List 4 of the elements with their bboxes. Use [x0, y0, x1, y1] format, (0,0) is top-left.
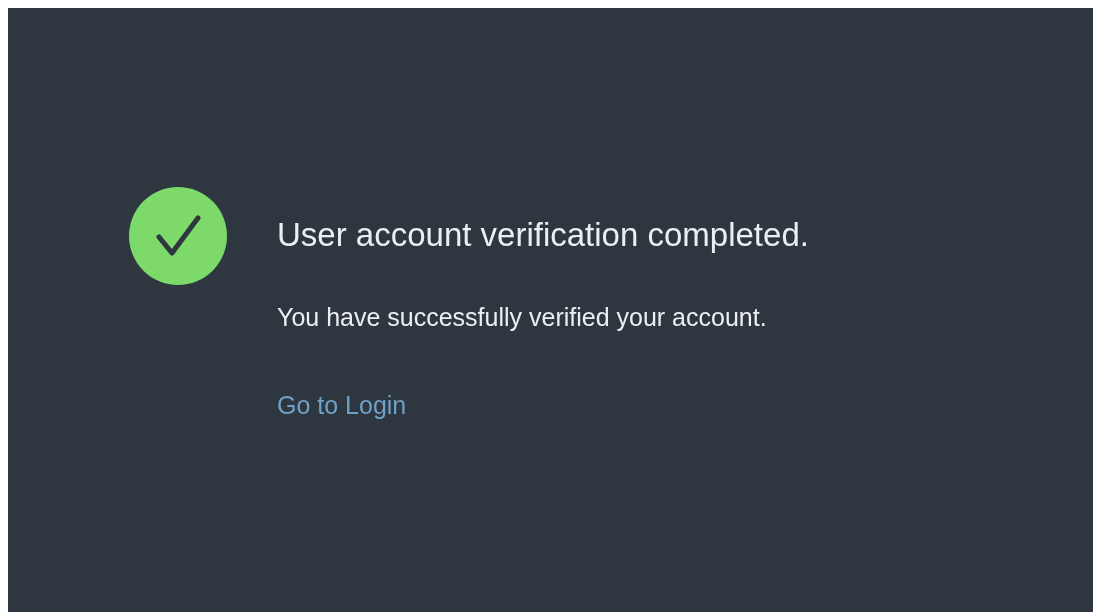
login-link[interactable]: Go to Login — [277, 389, 407, 421]
message-text: You have successfully verified your account. — [277, 302, 767, 333]
check-circle-icon — [129, 187, 227, 285]
heading: User account verification completed. — [277, 215, 809, 255]
